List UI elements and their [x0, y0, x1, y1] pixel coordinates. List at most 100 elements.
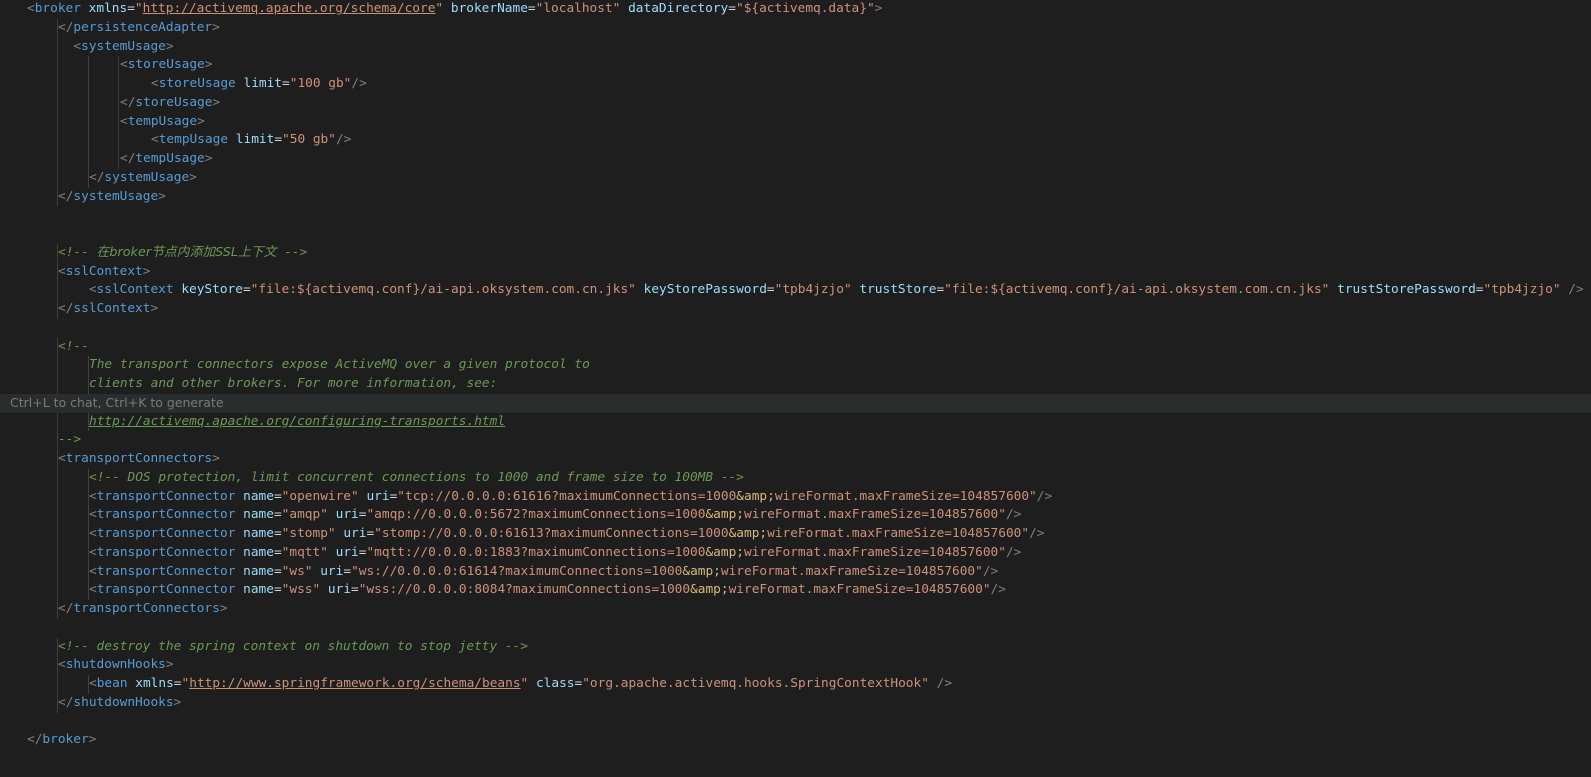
code-token: </: [27, 732, 43, 748]
code-token: The transport connectors expose ActiveMQ…: [89, 357, 590, 373]
code-line[interactable]: [0, 319, 1591, 338]
code-line[interactable]: <transportConnectors>: [0, 450, 1591, 469]
indent-guide: [57, 150, 58, 169]
code-token: "openwire": [281, 488, 359, 504]
code-line[interactable]: <transportConnector name="stomp" uri="st…: [0, 525, 1591, 544]
code-token: "file:${activemq.conf}/ai-api.oksystem.c…: [250, 282, 636, 298]
code-line-text: <transportConnector name="wss" uri="wss:…: [89, 581, 1006, 600]
code-line[interactable]: <sslContext>: [0, 262, 1591, 282]
code-token: 在broker节点内添加SSL上下文: [96, 244, 277, 260]
code-line[interactable]: </sslContext>: [0, 300, 1591, 319]
code-line[interactable]: </transportConnectors>: [0, 600, 1591, 619]
code-line[interactable]: </systemUsage>: [0, 168, 1591, 188]
indent-guide: [57, 131, 58, 150]
code-line[interactable]: </storeUsage>: [0, 93, 1591, 113]
code-token: &amp;: [705, 544, 744, 560]
code-token: "100 gb": [289, 76, 352, 91]
code-token: >: [219, 601, 228, 616]
code-line[interactable]: <transportConnector name="openwire" uri=…: [0, 487, 1591, 507]
code-line[interactable]: <transportConnector name="mqtt" uri="mqt…: [0, 543, 1591, 563]
code-line-text: -->: [58, 431, 81, 450]
code-token: sslContext: [73, 301, 151, 316]
code-token: uri: [343, 526, 367, 541]
code-line[interactable]: </broker>: [0, 731, 1591, 750]
code-line[interactable]: [0, 619, 1591, 638]
code-line[interactable]: <transportConnector name="amqp" uri="amq…: [0, 506, 1591, 525]
code-token: uri: [335, 544, 359, 560]
code-line[interactable]: <broker xmlns="http://activemq.apache.or…: [0, 0, 1591, 19]
code-line[interactable]: <storeUsage limit="100 gb"/>: [0, 75, 1591, 94]
code-token[interactable]: http://www.springframework.org/schema/be…: [189, 676, 520, 691]
indent-guide: [57, 356, 58, 375]
code-line[interactable]: The transport connectors expose ActiveMQ…: [0, 356, 1591, 375]
code-line[interactable]: <storeUsage>: [0, 56, 1591, 75]
code-line[interactable]: <!-- destroy the spring context on shutd…: [0, 637, 1591, 657]
code-line[interactable]: </systemUsage>: [0, 187, 1591, 207]
indent-guide: [118, 56, 119, 75]
code-line[interactable]: <!-- 在broker节点内添加SSL上下文 -->: [0, 243, 1591, 263]
code-area[interactable]: <broker xmlns="http://activemq.apache.or…: [0, 0, 1591, 750]
code-line[interactable]: [0, 206, 1591, 225]
code-line[interactable]: <!--: [0, 337, 1591, 357]
indent-guide: [118, 112, 119, 132]
indent-guide: [88, 150, 89, 169]
code-line[interactable]: [0, 713, 1591, 732]
code-token: <: [58, 657, 66, 673]
code-token: >: [150, 301, 159, 316]
code-token: transportConnector: [96, 582, 236, 598]
code-token[interactable]: http://activemq.apache.org/schema/core: [143, 1, 436, 16]
indent-guide: [57, 562, 58, 582]
code-editor[interactable]: <broker xmlns="http://activemq.apache.or…: [0, 0, 1591, 777]
inline-hint-line[interactable]: Ctrl+L to chat, Ctrl+K to generate: [0, 393, 1591, 413]
code-line[interactable]: <sslContext keyStore="file:${activemq.co…: [0, 281, 1591, 300]
code-token: <: [120, 57, 128, 73]
code-line[interactable]: http://activemq.apache.org/configuring-t…: [0, 412, 1591, 432]
code-line[interactable]: </tempUsage>: [0, 150, 1591, 169]
code-line[interactable]: <tempUsage>: [0, 112, 1591, 132]
code-token: name: [243, 488, 274, 504]
code-line[interactable]: <shutdownHooks>: [0, 656, 1591, 675]
code-token: =: [936, 282, 945, 298]
code-token: />: [936, 676, 953, 691]
code-token: "localhost": [535, 1, 621, 16]
code-token: dataDirectory: [628, 1, 729, 16]
code-line-text: <transportConnector name="openwire" uri=…: [89, 488, 1052, 507]
code-line[interactable]: <systemUsage>: [0, 37, 1591, 57]
code-line[interactable]: -->: [0, 431, 1591, 450]
code-line-text: </persistenceAdapter>: [58, 19, 220, 38]
code-line[interactable]: <tempUsage limit="50 gb"/>: [0, 131, 1591, 150]
code-token: tempUsage: [127, 113, 198, 129]
indent-guide: [88, 93, 89, 113]
code-token: limit: [243, 76, 283, 91]
code-line[interactable]: <!-- DOS protection, limit concurrent co…: [0, 468, 1591, 488]
code-line-text: <sslContext>: [58, 263, 150, 282]
indent-guide: [57, 468, 58, 488]
code-line[interactable]: [0, 225, 1591, 244]
code-token: =: [1475, 282, 1484, 298]
code-token: trustStorePassword: [1337, 282, 1476, 298]
code-line[interactable]: <bean xmlns="http://www.springframework.…: [0, 675, 1591, 694]
indent-guide: [57, 412, 58, 432]
code-token: "ws://0.0.0.0:61614?maximumConnections=1…: [351, 563, 683, 579]
code-token: uri: [327, 582, 352, 598]
code-token: =: [273, 507, 282, 523]
code-token: bean: [96, 676, 128, 691]
code-token: -->: [276, 244, 308, 260]
code-line-text: http://activemq.apache.org/configuring-t…: [89, 413, 505, 432]
code-line[interactable]: </persistenceAdapter>: [0, 18, 1591, 38]
code-token: "file:${activemq.conf}/ai-api.oksystem.c…: [944, 282, 1330, 298]
code-token[interactable]: http://activemq.apache.org/configuring-t…: [89, 414, 505, 429]
code-token: ": [435, 1, 444, 16]
code-token: =: [274, 132, 283, 148]
code-line[interactable]: <transportConnector name="wss" uri="wss:…: [0, 581, 1591, 600]
code-line[interactable]: <transportConnector name="ws" uri="ws://…: [0, 562, 1591, 582]
code-token: name: [243, 563, 274, 579]
code-token: transportConnectors: [65, 451, 213, 466]
code-line[interactable]: </shutdownHooks>: [0, 693, 1591, 713]
code-line[interactable]: clients and other brokers. For more info…: [0, 375, 1591, 394]
